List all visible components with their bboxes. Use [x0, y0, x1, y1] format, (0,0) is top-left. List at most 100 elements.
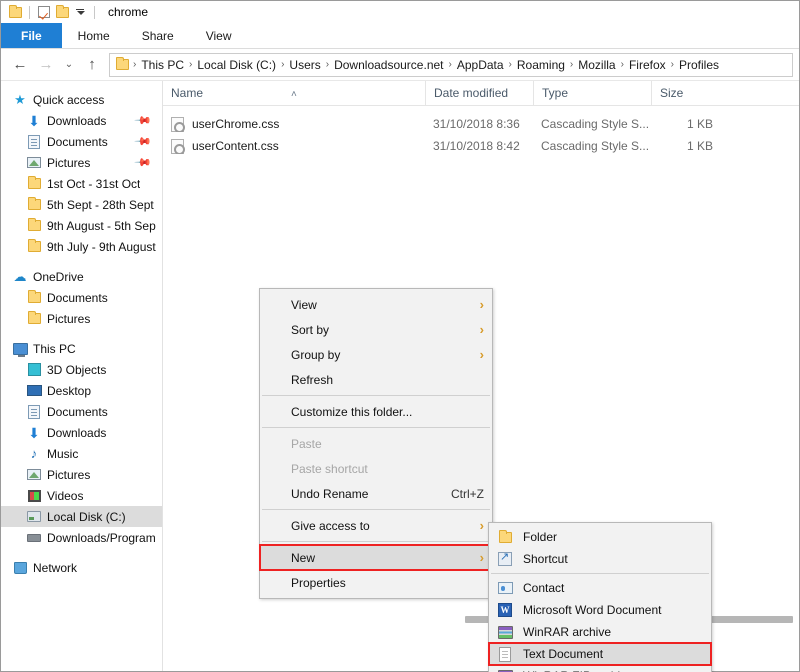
sidebar-item-label: 1st Oct - 31st Oct — [47, 176, 141, 191]
sidebar-item-documents[interactable]: Documents 📌 — [1, 131, 162, 152]
column-header-name[interactable]: Name ˄ — [163, 81, 425, 106]
css-file-icon — [171, 116, 185, 132]
submenu-item-winrar-zip-archive[interactable]: WinRAR ZIP archive — [489, 665, 711, 672]
folder-icon — [25, 311, 43, 327]
sidebar-item-pc-documents[interactable]: Documents — [1, 401, 162, 422]
submenu-item-label: Text Document — [523, 647, 604, 661]
tab-file[interactable]: File — [1, 23, 62, 48]
sidebar-item-this-pc[interactable]: This PC — [1, 338, 162, 359]
sidebar-item-sept-folder[interactable]: 5th Sept - 28th Sept — [1, 194, 162, 215]
sidebar-item-onedrive-documents[interactable]: Documents — [1, 287, 162, 308]
forward-button[interactable]: → — [33, 52, 59, 78]
sidebar-item-label: Quick access — [33, 92, 105, 107]
new-folder-icon[interactable] — [53, 3, 71, 21]
sidebar-item-network[interactable]: Network — [1, 557, 162, 578]
document-icon — [25, 404, 43, 420]
menu-item-label: Properties — [291, 575, 346, 590]
sidebar-item-label: Pictures — [47, 467, 91, 482]
sidebar-item-downloads-programs[interactable]: Downloads/Program — [1, 527, 162, 548]
sidebar-item-music[interactable]: ♪ Music — [1, 443, 162, 464]
sidebar-item-3d-objects[interactable]: 3D Objects — [1, 359, 162, 380]
css-file-icon — [171, 138, 185, 154]
submenu-item-label: Folder — [523, 530, 558, 544]
toolbar-divider-2 — [94, 5, 95, 19]
sidebar-item-onedrive-pictures[interactable]: Pictures — [1, 308, 162, 329]
context-menu: View › Sort by › Group by › Refresh Cust… — [259, 288, 493, 599]
window-title: chrome — [108, 5, 149, 19]
properties-icon[interactable] — [35, 3, 53, 21]
music-icon: ♪ — [30, 446, 38, 461]
column-header-size[interactable]: Size — [651, 80, 723, 106]
column-header-date-modified[interactable]: Date modified — [425, 80, 533, 106]
submenu-item-folder[interactable]: Folder — [489, 526, 711, 548]
menu-item-give-access-to[interactable]: Give access to › — [260, 513, 492, 538]
breadcrumb-roaming[interactable]: Roaming — [513, 58, 569, 72]
submenu-item-contact[interactable]: Contact — [489, 577, 711, 599]
menu-item-view[interactable]: View › — [260, 292, 492, 317]
tab-home[interactable]: Home — [62, 23, 126, 48]
submenu-item-shortcut[interactable]: Shortcut — [489, 548, 711, 570]
sidebar-item-oct-folder[interactable]: 1st Oct - 31st Oct — [1, 173, 162, 194]
pin-icon: 📌 — [133, 132, 152, 151]
address-bar[interactable]: › This PC › Local Disk (C:) › Users › Do… — [109, 52, 793, 77]
customize-quick-access-caret-icon[interactable] — [71, 3, 89, 21]
recent-locations-button[interactable]: ⌄ — [59, 52, 79, 78]
sidebar-item-downloads[interactable]: ⬇ Downloads 📌 — [1, 110, 162, 131]
breadcrumb-local-disk[interactable]: Local Disk (C:) — [193, 58, 280, 72]
sidebar-item-videos[interactable]: Videos — [1, 485, 162, 506]
sidebar-item-label: Desktop — [47, 383, 92, 398]
breadcrumb-firefox[interactable]: Firefox — [625, 58, 670, 72]
column-header-name-label: Name — [171, 85, 204, 100]
sidebar-item-local-disk[interactable]: Local Disk (C:) — [1, 506, 162, 527]
column-header-type[interactable]: Type — [533, 80, 651, 106]
sidebar-item-pc-downloads[interactable]: ⬇ Downloads — [1, 422, 162, 443]
breadcrumb-this-pc[interactable]: This PC — [137, 58, 188, 72]
menu-item-label: Customize this folder... — [291, 404, 413, 419]
ribbon-tab-bar: File Home Share View — [1, 23, 799, 49]
breadcrumb-downloadsource[interactable]: Downloadsource.net — [330, 58, 447, 72]
menu-item-customize-this-folder[interactable]: Customize this folder... — [260, 399, 492, 424]
submenu-item-label: Contact — [523, 581, 565, 595]
submenu-item-winrar-archive[interactable]: WinRAR archive — [489, 621, 711, 643]
tab-share[interactable]: Share — [126, 23, 190, 48]
address-folder-icon — [116, 57, 129, 70]
breadcrumb-appdata[interactable]: AppData — [453, 58, 508, 72]
file-name-cell: userChrome.css — [163, 116, 425, 132]
star-icon: ★ — [14, 92, 26, 107]
sort-ascending-icon: ˄ — [291, 88, 297, 100]
breadcrumb-mozilla[interactable]: Mozilla — [574, 58, 619, 72]
table-row[interactable]: userChrome.css 31/10/2018 8:36 Cascading… — [163, 113, 799, 135]
table-row[interactable]: userContent.css 31/10/2018 8:42 Cascadin… — [163, 135, 799, 157]
menu-item-sort-by[interactable]: Sort by › — [260, 317, 492, 342]
sidebar-item-label: 5th Sept - 28th Sept — [47, 197, 154, 212]
menu-item-properties[interactable]: Properties — [260, 570, 492, 595]
sidebar-item-quick-access[interactable]: ★ Quick access — [1, 89, 162, 110]
breadcrumb-profiles[interactable]: Profiles — [675, 58, 723, 72]
submenu-item-text-document[interactable]: Text Document — [488, 642, 712, 666]
submenu-item-word-document[interactable]: W Microsoft Word Document — [489, 599, 711, 621]
up-button[interactable]: ↑ — [79, 52, 105, 78]
folder-icon — [25, 239, 43, 255]
sidebar-item-label: Downloads/Program — [47, 530, 156, 545]
breadcrumb-users[interactable]: Users — [285, 58, 324, 72]
menu-item-label: Undo Rename — [291, 486, 369, 501]
sidebar-item-july-folder[interactable]: 9th July - 9th August — [1, 236, 162, 257]
sidebar-item-august-folder[interactable]: 9th August - 5th Sep — [1, 215, 162, 236]
explorer-body: ★ Quick access ⬇ Downloads 📌 Documents 📌… — [1, 80, 799, 672]
toolbar-divider — [29, 5, 30, 19]
sidebar-item-pictures[interactable]: Pictures 📌 — [1, 152, 162, 173]
pin-icon: 📌 — [133, 153, 152, 172]
menu-item-refresh[interactable]: Refresh — [260, 367, 492, 392]
menu-item-undo-rename[interactable]: Undo Rename Ctrl+Z — [260, 481, 492, 506]
sidebar-item-desktop[interactable]: Desktop — [1, 380, 162, 401]
sidebar-item-pc-pictures[interactable]: Pictures — [1, 464, 162, 485]
menu-item-group-by[interactable]: Group by › — [260, 342, 492, 367]
document-icon — [25, 134, 43, 150]
menu-item-new[interactable]: New › — [259, 544, 493, 571]
tab-view[interactable]: View — [190, 23, 248, 48]
back-button[interactable]: ← — [7, 52, 33, 78]
menu-item-label: Give access to — [291, 518, 370, 533]
sidebar-item-onedrive[interactable]: ☁ OneDrive — [1, 266, 162, 287]
sidebar-item-label: 9th July - 9th August — [47, 239, 156, 254]
